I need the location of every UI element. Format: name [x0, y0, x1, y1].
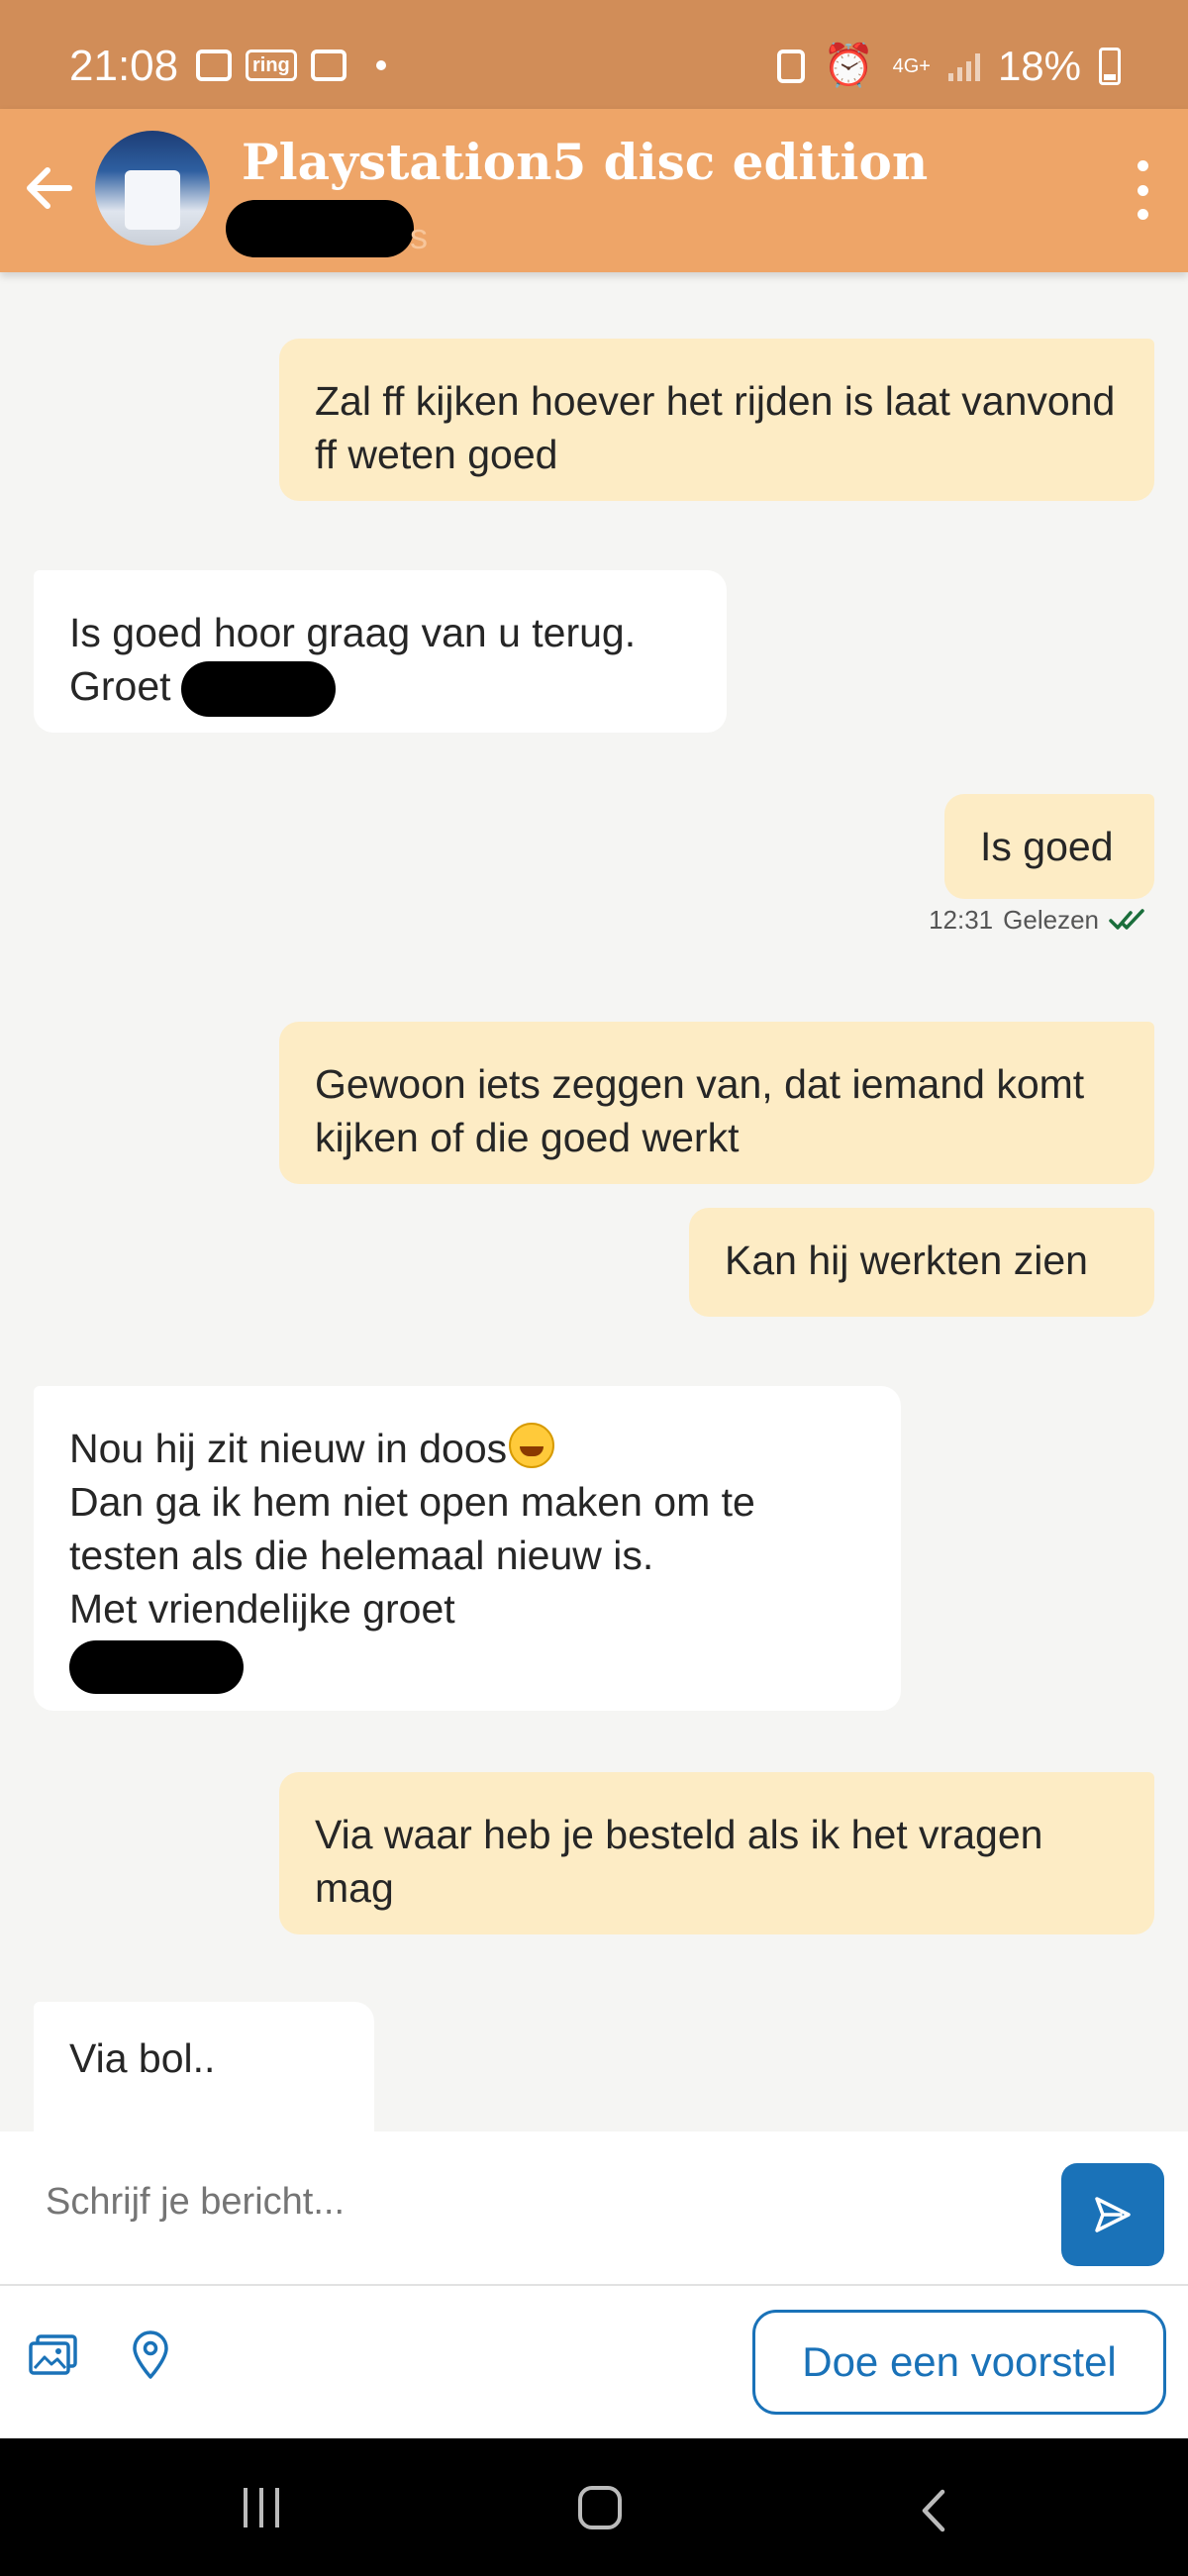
battery-icon — [1099, 47, 1121, 85]
send-icon — [1095, 2197, 1131, 2232]
message-text: Zal ff kijken hoever het rijden is laat … — [315, 378, 1116, 477]
gallery-icon — [196, 50, 232, 81]
arrow-left-icon[interactable] — [20, 158, 79, 218]
message-meta: 12:31 Gelezen — [929, 905, 1148, 936]
redacted-name — [69, 1640, 244, 1695]
username-tail: s — [410, 216, 428, 256]
system-nav-bar — [0, 2438, 1188, 2576]
location-pin-icon[interactable] — [131, 2329, 170, 2381]
message-outgoing: Gewoon iets zeggen van, dat iemand komt … — [279, 1022, 1154, 1184]
message-text: Is goed — [980, 824, 1114, 869]
message-outgoing: Is goed — [944, 794, 1154, 899]
message-text: Gewoon iets zeggen van, dat iemand komt … — [315, 1061, 1085, 1160]
status-bar: 21:08 ring ⏰ 4G+ 18% — [0, 0, 1188, 109]
ring-icon: ring — [246, 50, 297, 81]
alarm-icon: ⏰ — [823, 42, 875, 88]
network-type: 4G+ — [892, 54, 931, 77]
message-text: Is goed hoor graag van u terug. — [69, 610, 637, 655]
message-composer: Doe een voorstel — [0, 2131, 1188, 2438]
listing-avatar[interactable] — [95, 131, 210, 246]
message-outgoing: Kan hij werkten zien — [689, 1208, 1154, 1317]
message-text: Groet — [69, 663, 171, 709]
message-incoming: Is goed hoor graag van u terug. Groet — [34, 570, 727, 733]
photo-icon[interactable] — [28, 2332, 79, 2378]
message-outgoing: Zal ff kijken hoever het rijden is laat … — [279, 339, 1154, 501]
listing-title[interactable]: Playstation5 disc edition — [242, 133, 928, 191]
message-text: Kan hij werkten zien — [725, 1238, 1088, 1283]
double-check-icon — [1109, 908, 1144, 930]
message-text: Nou hij zit nieuw in doos — [69, 1426, 508, 1471]
battery-level: 18% — [997, 42, 1081, 89]
redacted-username — [226, 200, 414, 257]
message-text: Dan ga ik hem niet open maken om te test… — [69, 1479, 755, 1578]
message-incoming: Via bol.. — [34, 2002, 374, 2131]
composer-input-row — [0, 2131, 1188, 2286]
sweat-smile-emoji-icon — [509, 1423, 555, 1468]
more-notifications-dot — [375, 60, 386, 70]
recent-apps-icon[interactable] — [244, 2488, 279, 2527]
mail-icon — [310, 50, 346, 81]
status-time: 21:08 — [69, 42, 179, 90]
message-time: 12:31 — [929, 905, 994, 935]
system-icons: ⏰ 4G+ 18% — [777, 42, 1121, 90]
redacted-name — [180, 661, 336, 718]
signal-icon — [947, 51, 980, 81]
composer-tools — [28, 2329, 170, 2381]
read-status: Gelezen — [1003, 905, 1099, 935]
back-nav-icon[interactable] — [917, 2488, 950, 2533]
data-saver-icon — [777, 49, 806, 83]
more-vertical-icon[interactable] — [1123, 160, 1162, 220]
chat-header: Playstation5 disc edition s — [0, 109, 1188, 272]
send-button[interactable] — [1061, 2163, 1164, 2266]
home-icon[interactable] — [578, 2486, 622, 2529]
message-text: Met vriendelijke groet — [69, 1586, 455, 1632]
message-outgoing: Via waar heb je besteld als ik het vrage… — [279, 1772, 1154, 1934]
message-text: Via waar heb je besteld als ik het vrage… — [315, 1812, 1043, 1911]
make-offer-button[interactable]: Doe een voorstel — [752, 2310, 1166, 2415]
message-text: Via bol.. — [69, 2035, 216, 2081]
message-incoming: Nou hij zit nieuw in doos Dan ga ik hem … — [34, 1386, 901, 1711]
message-input[interactable] — [46, 2181, 1036, 2224]
notification-icons: ring — [196, 50, 386, 81]
